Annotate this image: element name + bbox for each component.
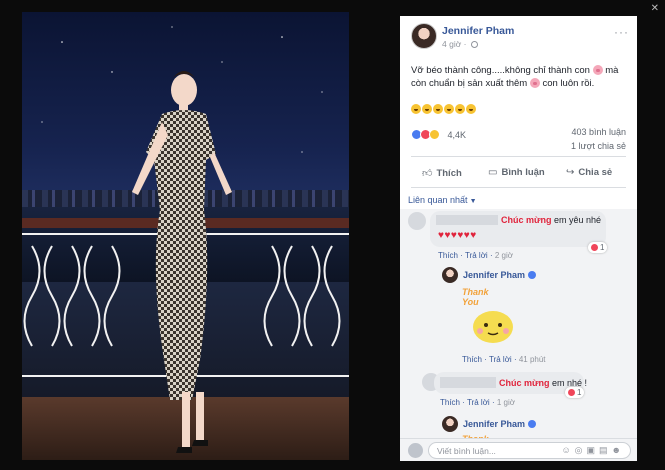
comment-meta: Thích · Trả lời · 2 giờ [438,251,513,260]
comment-text: Chúc mừng em yêu nhé [501,215,601,225]
post-text-line2: còn chuẩn bị sản xuất thêm [411,78,528,89]
sort-dropdown[interactable]: Liên quan nhất ▼ [408,195,477,205]
comment-button[interactable]: ▭ Bình luận [488,167,545,178]
verified-badge-icon [528,420,537,428]
globe-icon [470,41,478,49]
like-button[interactable]: 👍︎ Thích [422,167,462,179]
reply-author-name[interactable]: Jennifer Pham [463,270,537,280]
reply-like-link[interactable]: Thích [462,355,482,364]
reaction-count: 4,4K [447,129,466,140]
comment-input[interactable]: Viết bình luận... ☺◎▣▤☻ [428,442,631,459]
comment-time: 2 giờ [494,251,513,260]
reply-author-avatar[interactable] [442,416,458,432]
comment-body: em yêu nhé [551,215,602,225]
sort-label: Liên quan nhất [408,195,468,205]
haha-reaction-icon [429,129,440,141]
comments-list: Chúc mừng em yêu nhé ♥♥♥♥♥♥ 1 Thích · Tr… [400,209,637,461]
reply-author-avatar[interactable] [442,267,458,283]
reaction-summary[interactable]: 4,4K [411,126,466,144]
post-text-line1: Vỡ béo thành công.....không chỉ thành co… [411,65,590,76]
verified-badge-icon [528,271,537,279]
post-time[interactable]: 4 giờ · [442,39,478,49]
pig-emoji-icon [529,78,540,88]
comment-placeholder: Viết bình luận... [437,446,496,456]
composer-icons[interactable]: ☺◎▣▤☻ [561,445,625,456]
comment-highlight: Chúc mừng [499,378,550,388]
reply-time: 41 phút [518,355,546,364]
laughing-emoji-icon [466,104,476,114]
comment-reply-link[interactable]: Trả lời [465,251,488,260]
post-body: Vỡ béo thành công.....không chỉ thành co… [411,64,631,90]
post-text-line1-end: mà [605,65,619,76]
commenter-avatar[interactable] [408,212,426,230]
share-button[interactable]: ↪ Chia sẻ [566,167,612,178]
more-options-icon[interactable]: ··· [614,25,629,39]
comment-reaction-count: 1 [577,388,582,397]
laughing-emoji-icon [411,104,421,114]
author-avatar[interactable] [411,23,437,49]
laughing-emoji-icon [433,104,443,114]
comment-reaction-count: 1 [600,243,605,252]
post-photo[interactable] [22,12,349,460]
laughing-emoji-icon [455,104,465,114]
post-text-line2-end: con luôn rồi. [542,78,595,89]
reply-meta: Thích · Trả lời · 41 phút [462,355,546,364]
divider [411,156,626,157]
left-margin [0,0,22,470]
caret-down-icon: ▼ [469,198,477,205]
comment-reply-link[interactable]: Trả lời [467,398,490,407]
heart-icon [568,389,575,396]
comment-label: Bình luận [501,167,545,178]
post-actions: 👍︎ Thích ▭ Bình luận ↪ Chia sẻ [400,164,637,184]
commenter-name[interactable] [440,377,496,388]
comment-composer: Viết bình luận... ☺◎▣▤☻ [400,438,637,461]
close-icon[interactable]: ✕ [651,3,659,14]
share-label: Chia sẻ [578,167,613,178]
laughing-emoji-icon [422,104,432,114]
comment-meta: Thích · Trả lời · 1 giờ [440,398,515,407]
comment-icon: ▭ [488,167,498,178]
commenter-name[interactable] [436,215,498,225]
comment-like-link[interactable]: Thích [438,251,458,260]
reply-author-text: Jennifer Pham [463,419,526,429]
author-name[interactable]: Jennifer Pham [442,25,514,37]
reply-author-name[interactable]: Jennifer Pham [463,419,537,429]
heart-icon [591,244,598,251]
reply-author-text: Jennifer Pham [463,270,526,280]
woman-figure [132,71,232,453]
my-avatar [408,443,423,458]
comments-count[interactable]: 403 bình luận [571,127,626,137]
laughing-emoji-row [411,101,477,119]
comment-reaction-badge[interactable]: 1 [565,387,585,398]
shares-count[interactable]: 1 lượt chia sẻ [571,141,626,151]
comment-like-link[interactable]: Thích [440,398,460,407]
thank-you-sticker[interactable] [470,305,516,345]
pig-emoji-icon [592,65,603,75]
comment-time: 1 giờ [496,398,515,407]
laughing-emoji-icon [444,104,454,114]
sticker-caption: Thank You [462,287,489,307]
share-icon: ↪ [566,167,575,178]
post-panel: Jennifer Pham 4 giờ · ··· Vỡ béo thành c… [400,16,637,461]
reply-reply-link[interactable]: Trả lời [489,355,512,364]
thumbs-up-icon: 👍︎ [422,168,433,179]
post-time-text: 4 giờ [442,39,462,49]
divider [411,187,626,188]
post-header: Jennifer Pham 4 giờ · ··· [400,16,637,56]
hearts-emoji: ♥♥♥♥♥♥ [438,230,477,241]
comment-highlight: Chúc mừng [501,215,552,225]
comment-reaction-badge[interactable]: 1 [588,242,608,253]
like-label: Thích [436,168,462,179]
